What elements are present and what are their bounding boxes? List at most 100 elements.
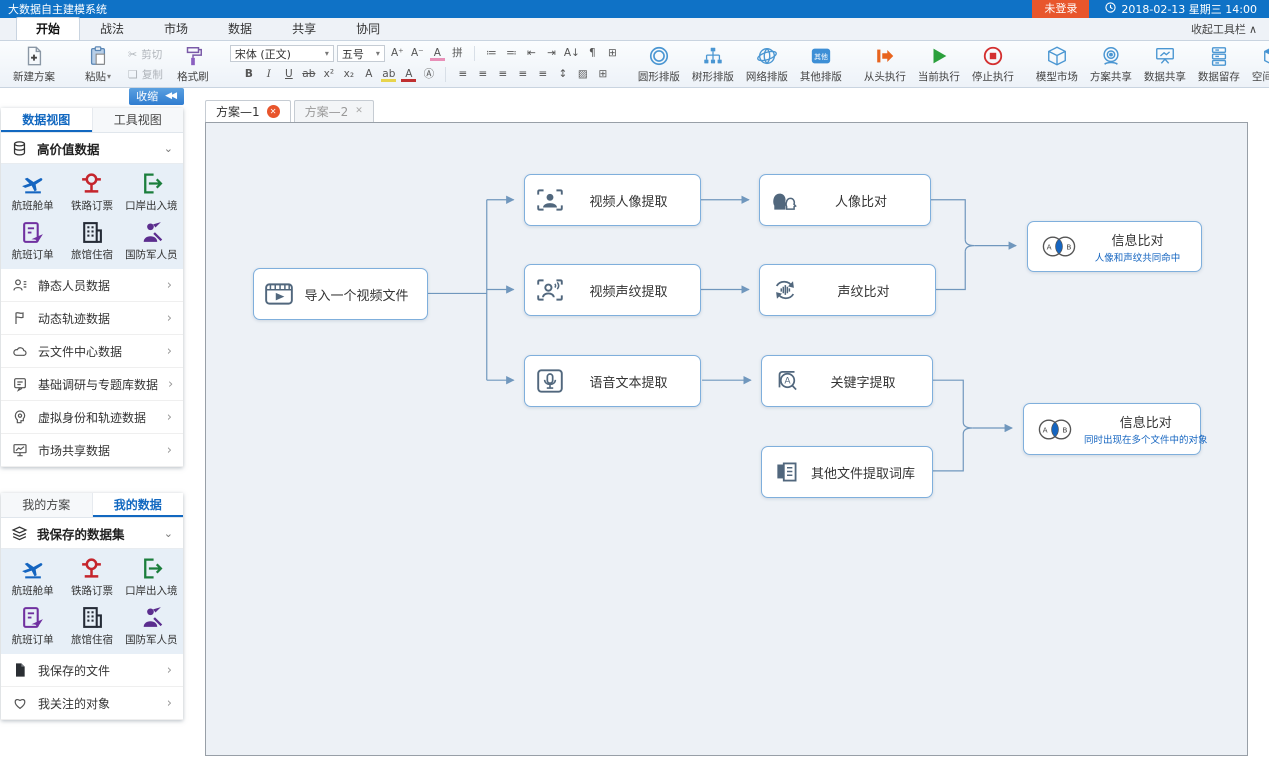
- flow-canvas[interactable]: 导入一个视频文件 视频人像提取 视频声纹提取 语音文本提取 人像比对 声纹比对 …: [205, 122, 1248, 756]
- justify-button[interactable]: ≡: [513, 66, 532, 83]
- data-share-button[interactable]: 数据共享: [1138, 45, 1192, 84]
- text-effects-button[interactable]: A: [359, 66, 378, 83]
- sidebar-item-virtual-identity-track-data[interactable]: 虚拟身份和轨迹数据›: [1, 401, 183, 434]
- workspace-tab-plan-1[interactable]: 方案—1✕: [205, 100, 291, 122]
- dataset-military-personnel[interactable]: 国防军人员: [122, 220, 181, 262]
- ribbon-tab-tactics[interactable]: 战法: [80, 17, 144, 40]
- other-layout-button[interactable]: 其他其他排版: [794, 45, 848, 84]
- tree-layout-button[interactable]: 树形排版: [686, 45, 740, 84]
- model-market-button[interactable]: 模型市场: [1030, 45, 1084, 84]
- superscript-button[interactable]: x²: [319, 66, 338, 83]
- bullet-list-button[interactable]: ≔: [482, 45, 501, 62]
- sidebar-item-cloud-file-center-data[interactable]: 云文件中心数据›: [1, 335, 183, 368]
- collapse-sidebar-button[interactable]: 收缩 ◀◀: [129, 88, 184, 105]
- strikethrough-button[interactable]: ab: [299, 66, 318, 83]
- dataset-border-entry-exit[interactable]: 口岸出入境: [122, 556, 181, 598]
- sidebar-tab-data-view[interactable]: 数据视图: [1, 108, 93, 132]
- phonetic-guide-button[interactable]: 拼: [448, 45, 467, 62]
- dataset-hotel-stay[interactable]: 旅馆住宿: [62, 220, 121, 262]
- align-center-button[interactable]: ≡: [473, 66, 492, 83]
- close-tab-icon[interactable]: ✕: [267, 105, 280, 118]
- sidebar-item-market-shared-data[interactable]: 市场共享数据›: [1, 434, 183, 467]
- dataset-label: 旅馆住宿: [71, 247, 113, 262]
- dataset-flight-order[interactable]: 航班订单: [3, 605, 62, 647]
- flow-node-extract-keyword[interactable]: A 关键字提取: [761, 355, 933, 407]
- flow-node-import-video[interactable]: 导入一个视频文件: [253, 268, 428, 320]
- table-button[interactable]: ⊞: [603, 45, 622, 62]
- decrease-indent-button[interactable]: ⇤: [522, 45, 541, 62]
- sidebar-tab-my-plans[interactable]: 我的方案: [1, 493, 93, 517]
- bold-button[interactable]: B: [239, 66, 258, 83]
- paragraph-marks-button[interactable]: ¶: [583, 45, 602, 62]
- borders-button[interactable]: ⊞: [593, 66, 612, 83]
- dataset-hotel-stay[interactable]: 旅馆住宿: [62, 605, 121, 647]
- ribbon-tab-market[interactable]: 市场: [144, 17, 208, 40]
- format-painter-button[interactable]: 格式刷: [166, 45, 220, 84]
- numbered-list-button[interactable]: ≕: [502, 45, 521, 62]
- section-my-saved-datasets[interactable]: 我保存的数据集 ⌄: [1, 518, 183, 549]
- flow-node-info-compare-top[interactable]: AB 信息比对 人像和声纹共同命中: [1027, 221, 1202, 272]
- space-management-button[interactable]: 空间管理: [1246, 45, 1269, 84]
- flow-node-compare-face[interactable]: 人像比对: [759, 174, 931, 226]
- grow-font-button[interactable]: A⁺: [388, 45, 407, 62]
- paste-button[interactable]: 粘贴▾: [71, 45, 125, 84]
- clear-formatting-button[interactable]: A: [428, 45, 447, 62]
- underline-button[interactable]: U: [279, 66, 298, 83]
- line-spacing-button[interactable]: ↕: [553, 66, 572, 83]
- cut-button[interactable]: ✂剪切: [128, 47, 163, 62]
- dataset-military-personnel[interactable]: 国防军人员: [122, 605, 181, 647]
- font-color-button[interactable]: A: [399, 66, 418, 83]
- shrink-font-button[interactable]: A⁻: [408, 45, 427, 62]
- increase-indent-button[interactable]: ⇥: [542, 45, 561, 62]
- workspace-tab-plan-2[interactable]: 方案—2✕: [294, 100, 374, 122]
- dataset-flight-manifest[interactable]: 航班舱单: [3, 171, 62, 213]
- sidebar-item-my-saved-files[interactable]: 我保存的文件›: [1, 654, 183, 687]
- italic-button[interactable]: I: [259, 66, 278, 83]
- ribbon-tab-collaborate[interactable]: 协同: [336, 17, 400, 40]
- sidebar-item-static-person-data[interactable]: 静态人员数据›: [1, 269, 183, 302]
- login-status-badge[interactable]: 未登录: [1032, 0, 1089, 18]
- flow-node-extract-face[interactable]: 视频人像提取: [524, 174, 701, 226]
- plan-share-button[interactable]: 方案共享: [1084, 45, 1138, 84]
- dataset-border-entry-exit[interactable]: 口岸出入境: [122, 171, 181, 213]
- flow-node-compare-voiceprint[interactable]: 声纹比对: [759, 264, 936, 316]
- subscript-button[interactable]: x₂: [339, 66, 358, 83]
- align-right-button[interactable]: ≡: [493, 66, 512, 83]
- ribbon-tab-data[interactable]: 数据: [208, 17, 272, 40]
- stop-button[interactable]: 停止执行: [966, 45, 1020, 84]
- font-size-select[interactable]: 五号▾: [337, 45, 385, 62]
- sidebar-tab-tool-view[interactable]: 工具视图: [93, 108, 184, 132]
- run-current-button[interactable]: 当前执行: [912, 45, 966, 84]
- flow-node-other-files-lexicon[interactable]: 其他文件提取词库: [761, 446, 933, 498]
- flow-node-info-compare-bottom[interactable]: AB 信息比对 同时出现在多个文件中的对象: [1023, 403, 1201, 455]
- data-retention-button[interactable]: 数据留存: [1192, 45, 1246, 84]
- character-shading-button[interactable]: Ⓐ: [419, 66, 438, 83]
- collapse-toolbar-button[interactable]: 收起工具栏 ∧: [1191, 21, 1257, 37]
- sort-button[interactable]: A↓: [562, 45, 582, 62]
- distribute-button[interactable]: ≡: [533, 66, 552, 83]
- align-left-button[interactable]: ≡: [453, 66, 472, 83]
- section-high-value-data[interactable]: 高价值数据 ⌄: [1, 133, 183, 164]
- font-family-select[interactable]: 宋体 (正文)▾: [230, 45, 334, 62]
- dataset-rail-ticket[interactable]: 铁路订票: [62, 171, 121, 213]
- close-tab-icon[interactable]: ✕: [355, 105, 363, 118]
- dataset-rail-ticket[interactable]: 铁路订票: [62, 556, 121, 598]
- ribbon-tab-share[interactable]: 共享: [272, 17, 336, 40]
- sidebar-item-my-followed-objects[interactable]: 我关注的对象›: [1, 687, 183, 720]
- copy-button[interactable]: ❏复制: [128, 67, 163, 82]
- flow-node-label: 导入一个视频文件: [302, 285, 417, 304]
- circle-layout-button[interactable]: 圆形排版: [632, 45, 686, 84]
- ribbon-tab-start[interactable]: 开始: [16, 17, 80, 40]
- sidebar-item-basic-research-thematic-data[interactable]: 基础调研与专题库数据›: [1, 368, 183, 401]
- flow-node-extract-voiceprint[interactable]: 视频声纹提取: [524, 264, 701, 316]
- run-from-start-button[interactable]: 从头执行: [858, 45, 912, 84]
- sidebar-item-dynamic-track-data[interactable]: 动态轨迹数据›: [1, 302, 183, 335]
- highlight-button[interactable]: ab: [379, 66, 398, 83]
- network-layout-button[interactable]: 网络排版: [740, 45, 794, 84]
- flow-node-extract-speech-text[interactable]: 语音文本提取: [524, 355, 701, 407]
- sidebar-tab-my-data[interactable]: 我的数据: [93, 493, 184, 517]
- dataset-flight-order[interactable]: 航班订单: [3, 220, 62, 262]
- new-plan-button[interactable]: 新建方案: [7, 45, 61, 84]
- dataset-flight-manifest[interactable]: 航班舱单: [3, 556, 62, 598]
- shading-button[interactable]: ▨: [573, 66, 592, 83]
